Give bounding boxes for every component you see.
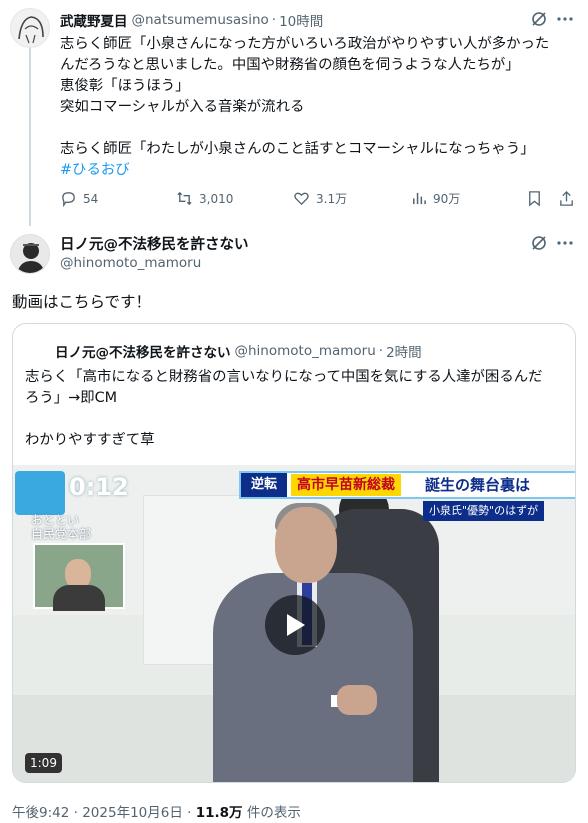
- play-icon: [287, 614, 305, 636]
- chyron-name: 高市早苗新総裁: [291, 474, 401, 496]
- separator-dot: ·: [187, 805, 192, 821]
- tv-program-logo: [15, 471, 65, 515]
- avatar[interactable]: [10, 8, 50, 48]
- person-hand: [337, 685, 377, 715]
- text-line: 志らく師匠「小泉さんになった方がいろいろ政治がやりやすい人が多かった: [60, 36, 550, 52]
- tv-inset-window: [33, 543, 125, 611]
- post-time[interactable]: 午後9:42: [12, 805, 69, 821]
- like-icon: [294, 192, 309, 206]
- separator-dot: ·: [73, 805, 78, 821]
- grok-icon[interactable]: [530, 234, 548, 252]
- video-player[interactable]: 0:12 おととい 自民党本部 逆転 高市早苗新総裁 誕生の舞台裏は 小泉氏"優…: [13, 465, 575, 782]
- text-line: ろう」→即CM: [25, 390, 118, 406]
- quoted-display-name[interactable]: 日ノ元@不法移民を許さない: [55, 341, 231, 361]
- post-time[interactable]: 10時間: [279, 10, 323, 30]
- quoted-tweet[interactable]: 日ノ元@不法移民を許さない @hinomoto_mamoru · 2時間 志らく…: [12, 323, 576, 783]
- more-icon[interactable]: [556, 234, 574, 252]
- view-count: 90万: [433, 192, 461, 206]
- chyron-subline: 小泉氏"優勢"のはずが: [423, 501, 545, 521]
- thread-line: [29, 48, 31, 226]
- view-count: 11.8万: [195, 805, 243, 821]
- separator-dot: ·: [378, 343, 384, 359]
- views-icon: [413, 192, 426, 205]
- avatar[interactable]: [10, 234, 50, 274]
- text-line: 志らく「高市になると財務省の言いなりになって中国を気にする人達が困るんだ: [25, 369, 543, 385]
- share-icon: [560, 190, 573, 206]
- retweet-icon: [177, 191, 192, 206]
- quoted-header: 日ノ元@不法移民を許さない @hinomoto_mamoru · 2時間: [55, 341, 422, 361]
- post-meta: 午後9:42 · 2025年10月6日 · 11.8万 件の表示: [12, 801, 301, 821]
- grok-icon[interactable]: [530, 10, 548, 28]
- tv-clock: 0:12: [69, 473, 129, 501]
- display-name[interactable]: 日ノ元@不法移民を許さない: [60, 233, 249, 254]
- video-duration: 1:09: [25, 753, 62, 773]
- avatar-sketch-icon: [18, 16, 44, 44]
- quoted-text: 志らく「高市になると財務省の言いなりになって中国を気にする人達が困るんだ ろう」…: [25, 367, 565, 451]
- like-button[interactable]: 3.1万: [293, 190, 347, 207]
- person-face: [275, 507, 337, 583]
- separator-dot: ·: [271, 12, 277, 28]
- chyron-tag: 逆転: [241, 473, 287, 497]
- text-line: 突如コマーシャルが入る音楽が流れる: [60, 99, 305, 115]
- view-label: 件の表示: [246, 805, 301, 821]
- views-button[interactable]: 90万: [410, 190, 460, 207]
- chyron-headline: 誕生の舞台裏は: [425, 476, 531, 494]
- post-date[interactable]: 2025年10月6日: [82, 805, 183, 821]
- user-handle[interactable]: @natsumemusasino: [132, 12, 269, 28]
- quoted-handle[interactable]: @hinomoto_mamoru: [235, 343, 376, 359]
- share-button[interactable]: [558, 190, 575, 207]
- tweet1-actions: 54 3,010 3.1万 90万: [60, 190, 576, 212]
- tweet1-header: 武蔵野夏目 @natsumemusasino · 10時間: [60, 10, 323, 30]
- reply-icon: [62, 192, 75, 207]
- text-line: 恵俊彰「ほうほう」: [60, 78, 190, 94]
- text-line: んだろうなと思いました。中国や財務省の顔色を伺うような人たちが」: [60, 57, 520, 73]
- display-name[interactable]: 武蔵野夏目: [60, 10, 128, 30]
- play-button[interactable]: [265, 595, 325, 655]
- text-line: 志らく師匠「わたしが小泉さんのこと話すとコマーシャルになっちゃう」: [60, 141, 535, 157]
- tv-chyron: 逆転 高市早苗新総裁 誕生の舞台裏は: [239, 471, 575, 499]
- like-count: 3.1万: [316, 192, 348, 206]
- hashtag-link[interactable]: #ひるおび: [60, 160, 576, 181]
- avatar-portrait-icon: [17, 243, 45, 273]
- bookmark-icon: [529, 191, 540, 207]
- bookmark-button[interactable]: [526, 190, 543, 207]
- text-line: わかりやすすぎて草: [25, 432, 155, 448]
- tv-caption: 自民党本部: [31, 527, 92, 541]
- retweet-count: 3,010: [199, 191, 234, 206]
- more-icon[interactable]: [556, 10, 574, 28]
- user-handle[interactable]: @hinomoto_mamoru: [60, 255, 201, 271]
- retweet-button[interactable]: 3,010: [176, 190, 233, 207]
- quoted-time[interactable]: 2時間: [386, 341, 422, 361]
- reply-button[interactable]: 54: [60, 190, 98, 207]
- tweet1-text: 志らく師匠「小泉さんになった方がいろいろ政治がやりやすい人が多かった んだろうな…: [60, 34, 576, 181]
- tweet2-text: 動画はこちらです！: [12, 293, 152, 311]
- inset-body: [53, 585, 105, 611]
- reply-count: 54: [83, 191, 99, 206]
